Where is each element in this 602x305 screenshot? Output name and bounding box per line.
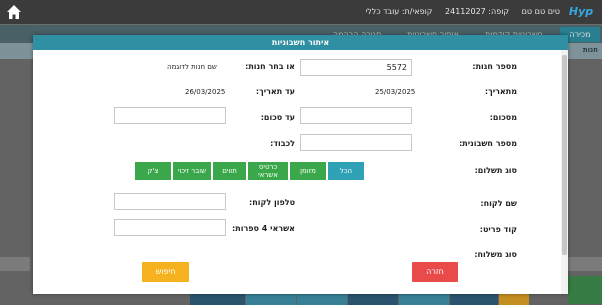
or-choose-store-label: או בחר חנות: [245,62,295,71]
to-amount-label: עד סכום: [260,113,295,122]
to-date-value[interactable]: 26/03/2025 [185,88,225,96]
credit-4-digits-input[interactable] [114,219,226,236]
app-logo: Hyp [568,5,594,18]
store-select[interactable]: שם חנות לדוגמה [167,63,217,71]
from-date-value[interactable]: 25/03/2025 [375,88,415,96]
price-code-label: קוד פריט: [479,225,517,234]
payment-check-button[interactable]: צ'ק [135,162,171,180]
to-amount-input[interactable] [114,107,226,124]
from-amount-input[interactable] [300,107,412,124]
payment-all-button[interactable]: הכל [328,162,364,180]
store-number-input[interactable]: 5572 [300,59,412,76]
invoice-number-label: מספר חשבונית: [459,139,517,148]
payment-vouchers-button[interactable]: תווים [213,162,246,180]
top-bar: Hyp טים טם טם קופה: 24112027 קופאי/ת: עו… [0,0,602,24]
from-date-label: מתאריך: [484,87,517,96]
from-amount-label: מסכום: [489,113,517,122]
search-button[interactable]: חיפוש [142,262,189,282]
register-number: קופה: 24112027 [445,7,510,16]
payment-type-label: סוג תשלום: [474,166,517,175]
return-button[interactable]: חזרה [412,262,458,282]
customer-phone-input[interactable] [114,193,226,210]
dialog-title: איתור חשבוניות [33,35,568,50]
to-date-label: עד תאריך: [255,87,295,96]
session-info: טים טם טם קופה: 24112027 קופאי/ת: עובד כ… [355,0,560,24]
for-label: לכבוד: [270,139,295,148]
store-number-label: מספר חנות: [472,62,517,71]
customer-phone-label: טלפון לקוח: [249,198,295,207]
business-name: טים טם טם [521,7,560,16]
home-icon[interactable] [6,4,22,20]
payment-credit-button[interactable]: כרטיס אשראי [248,162,288,180]
dialog-scrollbar-thumb[interactable] [562,55,567,255]
customer-name-label: שם לקוח: [480,199,517,208]
cashier-name: קופאי/ת: עובד כללי [365,7,433,16]
shipping-type-label: סוג משלוח: [474,250,517,259]
credit-4-digits-label: אשראי 4 ספרות: [232,224,295,233]
find-invoices-dialog: איתור חשבוניות מספר חנות: 5572 או בחר חנ… [33,35,568,294]
payment-credit-note-button[interactable]: שובר זיכוי [173,162,211,180]
invoice-number-input[interactable] [300,134,412,151]
payment-cash-button[interactable]: מזומן [290,162,326,180]
